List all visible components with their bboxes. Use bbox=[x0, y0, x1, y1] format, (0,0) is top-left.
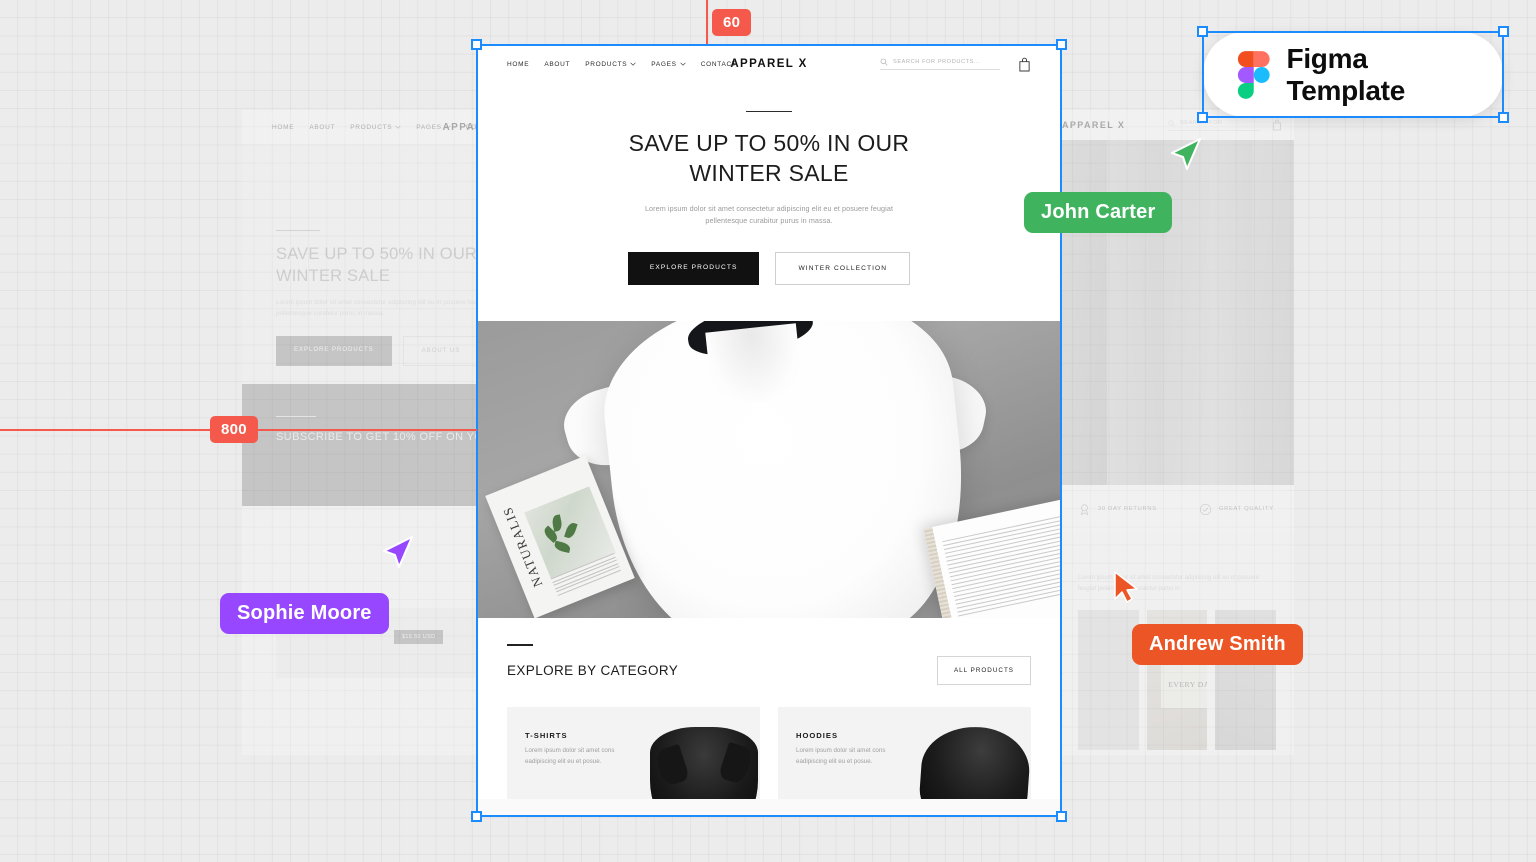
left-nav-item-home[interactable]: HOME bbox=[272, 124, 294, 131]
cursor-john-carter bbox=[1171, 138, 1201, 170]
main-nav-links: HOME ABOUT PRODUCTS PAGES CONTACT bbox=[507, 61, 737, 68]
left-explore-products-button[interactable]: EXPLORE PRODUCTS bbox=[276, 336, 392, 366]
hero-heading: SAVE UP TO 50% IN OUR WINTER SALE bbox=[628, 130, 910, 187]
drape-3 bbox=[1162, 140, 1215, 485]
cursor-label-andrew-smith: Andrew Smith bbox=[1132, 624, 1303, 665]
cursor-andrew-smith bbox=[1114, 571, 1138, 603]
main-page-nav: HOME ABOUT PRODUCTS PAGES CONTACT APPARE… bbox=[477, 45, 1061, 83]
figma-badge-handle-top-right[interactable] bbox=[1498, 26, 1509, 37]
card-image-tshirt bbox=[650, 726, 758, 799]
left-about-us-button[interactable]: ABOUT US bbox=[402, 336, 480, 366]
right-nav-right: SEARCH FOR bbox=[1168, 119, 1282, 131]
figma-badge-handle-bottom-left[interactable] bbox=[1197, 112, 1208, 123]
figma-badge-handle-top-left[interactable] bbox=[1197, 26, 1208, 37]
category-card-tshirts[interactable]: T-SHIRTS Lorem ipsum dolor sit amet cons… bbox=[507, 706, 760, 799]
chevron-down-icon bbox=[630, 62, 636, 66]
left-hero-rule bbox=[276, 230, 320, 232]
right-page-brand: APPAREL X bbox=[1062, 120, 1126, 130]
feature-great-quality: GREAT QUALITY bbox=[1199, 503, 1274, 516]
left-nav-item-products[interactable]: PRODUCTS bbox=[350, 124, 401, 131]
left-hero-buttons: EXPLORE PRODUCTS ABOUT US bbox=[276, 336, 506, 366]
main-selected-page[interactable]: HOME ABOUT PRODUCTS PAGES CONTACT APPARE… bbox=[477, 45, 1061, 816]
cursor-label-john-carter: John Carter bbox=[1024, 192, 1173, 233]
card-image-hoodie bbox=[917, 723, 1031, 799]
shopping-bag-icon[interactable] bbox=[1272, 119, 1282, 131]
nav-item-products[interactable]: PRODUCTS bbox=[585, 61, 636, 68]
cursor-sophie-moore bbox=[383, 536, 413, 568]
search-icon bbox=[1168, 120, 1175, 127]
measurement-badge-800: 800 bbox=[210, 416, 258, 443]
right-tile-1[interactable] bbox=[1078, 609, 1139, 750]
search-input[interactable]: SEARCH FOR PRODUCTS... bbox=[880, 58, 1000, 70]
cursor-label-sophie-moore: Sophie Moore bbox=[220, 593, 389, 634]
category-title: EXPLORE BY CATEGORY bbox=[507, 662, 679, 678]
leaf-icon bbox=[551, 514, 564, 532]
hero-paragraph: Lorem ipsum dolor sit amet consectetur a… bbox=[644, 203, 894, 226]
card-text: Lorem ipsum dolor sit amet cons eadipisc… bbox=[796, 746, 886, 766]
selection-handle-bottom-right[interactable] bbox=[1056, 811, 1067, 822]
right-tiles-grid: EVERY DAY bbox=[1060, 596, 1294, 750]
winter-collection-button[interactable]: WINTER COLLECTION bbox=[775, 251, 911, 285]
nav-item-pages[interactable]: PAGES bbox=[651, 61, 686, 68]
left-hero-text-block: SAVE UP TO 50% IN OUR WINTER SALE Lorem … bbox=[276, 230, 506, 366]
selection-handle-bottom-left[interactable] bbox=[471, 811, 482, 822]
check-circle-icon bbox=[1199, 503, 1211, 515]
category-header: EXPLORE BY CATEGORY ALL PRODUCTS bbox=[507, 655, 1031, 685]
main-nav-right: SEARCH FOR PRODUCTS... bbox=[880, 57, 1031, 72]
left-hero-paragraph: Lorem ipsum dolor sit amet consectetur a… bbox=[276, 298, 487, 318]
nav-item-about[interactable]: ABOUT bbox=[544, 61, 570, 68]
every-day-caption: EVERY DAY bbox=[1168, 680, 1208, 690]
book-text-lines bbox=[942, 514, 1061, 618]
selection-handle-top-right[interactable] bbox=[1056, 39, 1067, 50]
white-tshirt-image bbox=[594, 320, 979, 618]
category-cards: T-SHIRTS Lorem ipsum dolor sit amet cons… bbox=[507, 706, 1031, 799]
nav-item-home[interactable]: HOME bbox=[507, 61, 529, 68]
chevron-down-icon bbox=[395, 125, 401, 129]
figma-template-label: Figma Template bbox=[1286, 42, 1406, 106]
left-hero-heading: SAVE UP TO 50% IN OUR WINTER SALE bbox=[276, 245, 478, 286]
explore-by-category-section: EXPLORE BY CATEGORY ALL PRODUCTS T-SHIRT… bbox=[477, 617, 1061, 799]
figma-logo-icon bbox=[1237, 50, 1270, 99]
price-tag: $19.50 USD bbox=[394, 630, 444, 644]
figma-template-badge[interactable]: Figma Template bbox=[1203, 32, 1503, 117]
shopping-bag-icon[interactable] bbox=[1018, 57, 1031, 72]
figma-canvas[interactable]: HOME ABOUT PRODUCTS PAGES CONTACT APPARE… bbox=[0, 0, 1536, 862]
leaf-icon bbox=[553, 540, 572, 554]
main-hero-section: SAVE UP TO 50% IN OUR WINTER SALE Lorem … bbox=[477, 83, 1061, 321]
chevron-down-icon bbox=[680, 62, 686, 66]
measurement-line-vertical bbox=[706, 0, 708, 44]
main-page-brand: APPAREL X bbox=[730, 58, 808, 70]
category-card-hoodies[interactable]: HOODIES Lorem ipsum dolor sit amet cons … bbox=[778, 706, 1031, 799]
measurement-badge-60: 60 bbox=[712, 9, 752, 36]
every-day-poster: EVERY DAY bbox=[1160, 661, 1208, 708]
search-icon bbox=[880, 58, 888, 66]
feature-30-day-returns: 30 DAY RETURNS bbox=[1078, 503, 1157, 516]
all-products-button[interactable]: ALL PRODUCTS bbox=[936, 655, 1031, 685]
category-rule bbox=[507, 643, 533, 646]
hero-button-row: EXPLORE PRODUCTS WINTER COLLECTION bbox=[517, 251, 1021, 285]
drape-4 bbox=[1209, 140, 1257, 485]
selection-handle-top-left[interactable] bbox=[471, 39, 482, 50]
right-paragraph: Lorem ipsum dolor sit amet consectetur a… bbox=[1078, 575, 1260, 593]
figma-badge-handle-bottom-right[interactable] bbox=[1498, 112, 1509, 123]
hero-product-photo: NATURALIS bbox=[477, 320, 1061, 618]
award-ribbon-icon bbox=[1080, 503, 1089, 515]
left-nav-item-about[interactable]: ABOUT bbox=[309, 124, 335, 131]
leaf-icon bbox=[564, 521, 578, 540]
drape-5 bbox=[1251, 140, 1294, 485]
feature-label: 30 DAY RETURNS bbox=[1098, 506, 1157, 512]
search-placeholder: SEARCH FOR PRODUCTS... bbox=[893, 59, 981, 65]
explore-products-button[interactable]: EXPLORE PRODUCTS bbox=[627, 251, 760, 285]
right-search-field[interactable]: SEARCH FOR bbox=[1168, 120, 1260, 131]
right-features-row: 30 DAY RETURNS GREAT QUALITY bbox=[1060, 485, 1294, 533]
hero-divider-rule bbox=[746, 111, 792, 112]
card-text: Lorem ipsum dolor sit amet cons eadipisc… bbox=[525, 746, 615, 766]
subscribe-rule bbox=[276, 416, 316, 417]
feature-label: GREAT QUALITY bbox=[1218, 506, 1274, 512]
